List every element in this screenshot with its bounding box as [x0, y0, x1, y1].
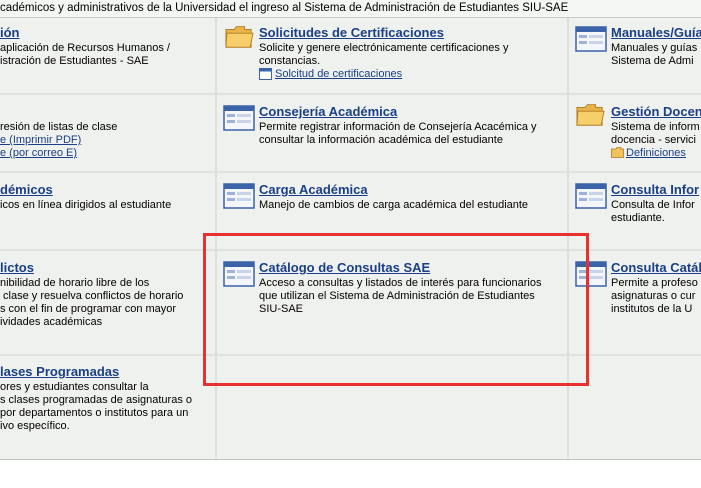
link-solicitud-certificaciones[interactable]: Solcitud de certificaciones	[275, 68, 402, 81]
menu-desc-catalogo: Acceso a consultas y listados de interés…	[259, 277, 542, 315]
intro-text: cadémicos y administrativos de la Univer…	[0, 0, 701, 18]
row-divider	[0, 93, 701, 95]
menu-desc-carga: Manejo de cambios de carga académica del…	[259, 199, 529, 211]
grid-bottom-border	[0, 459, 701, 460]
menu-title-catalogo[interactable]: Catálogo de Consultas SAE	[259, 260, 430, 275]
link-imprimir-pdf[interactable]: e (Imprimir PDF)	[0, 134, 81, 147]
menu-title-recursos[interactable]: ión	[0, 25, 20, 40]
menu-title-clases-programadas[interactable]: lases Programadas	[0, 364, 119, 379]
menu-title-conflictos[interactable]: lictos	[0, 260, 34, 275]
window-icon[interactable]	[575, 25, 607, 53]
window-icon[interactable]	[223, 104, 255, 132]
link-correo-e[interactable]: e (por correo E)	[0, 147, 77, 160]
folder-icon[interactable]	[223, 22, 255, 50]
column-divider	[215, 18, 217, 460]
menu-desc-recursos: aplicación de Recursos Humanos / istraci…	[0, 42, 170, 67]
folder-icon	[611, 147, 624, 158]
menu-desc-clases-programadas: ores y estudiantes consultar la s clases…	[0, 381, 192, 432]
column-divider	[567, 18, 569, 460]
window-icon	[259, 68, 272, 80]
menu-desc-solicitudes: Solicite y genere electrónicamente certi…	[259, 42, 509, 67]
row-divider	[0, 354, 701, 356]
menu-title-consejeria[interactable]: Consejería Académica	[259, 104, 397, 119]
window-icon[interactable]	[575, 182, 607, 210]
menu-title-carga[interactable]: Carga Académica	[259, 182, 368, 197]
menu-desc-manuales: Manuales y guías Sistema de Admi	[611, 42, 698, 67]
menu-title-consulta-info[interactable]: Consulta Infor	[611, 182, 699, 197]
menu-desc-academicos: icos en línea dirigidos al estudiante	[0, 199, 172, 211]
menu-desc-conflictos: nibilidad de horario libre de los clase …	[0, 277, 184, 328]
menu-title-manuales[interactable]: Manuales/Guía	[611, 25, 701, 40]
menu-desc-consulta-catalogo: Permite a profeso asignaturas o cur inst…	[611, 277, 698, 315]
folder-icon[interactable]	[574, 100, 606, 128]
menu-title-academicos[interactable]: démicos	[0, 182, 53, 197]
menu-desc-consejeria: Permite registrar información de Conseje…	[259, 121, 537, 146]
menu-title-gestion-docente[interactable]: Gestión Docen	[611, 104, 701, 119]
link-definiciones[interactable]: Definiciones	[626, 147, 686, 160]
window-icon[interactable]	[575, 260, 607, 288]
menu-desc-consulta-info: Consulta de Infor estudiante.	[611, 199, 695, 224]
window-icon[interactable]	[223, 182, 255, 210]
menu-title-consulta-catalogo[interactable]: Consulta Catál	[611, 260, 701, 275]
menu-desc-listas: resión de listas de clase	[0, 121, 118, 133]
menu-title-solicitudes[interactable]: Solicitudes de Certificaciones	[259, 25, 444, 40]
row-divider	[0, 171, 701, 173]
window-icon[interactable]	[223, 260, 255, 288]
menu-desc-gestion-docente: Sistema de inform docencia - servici	[611, 121, 700, 146]
row-divider	[0, 249, 701, 251]
